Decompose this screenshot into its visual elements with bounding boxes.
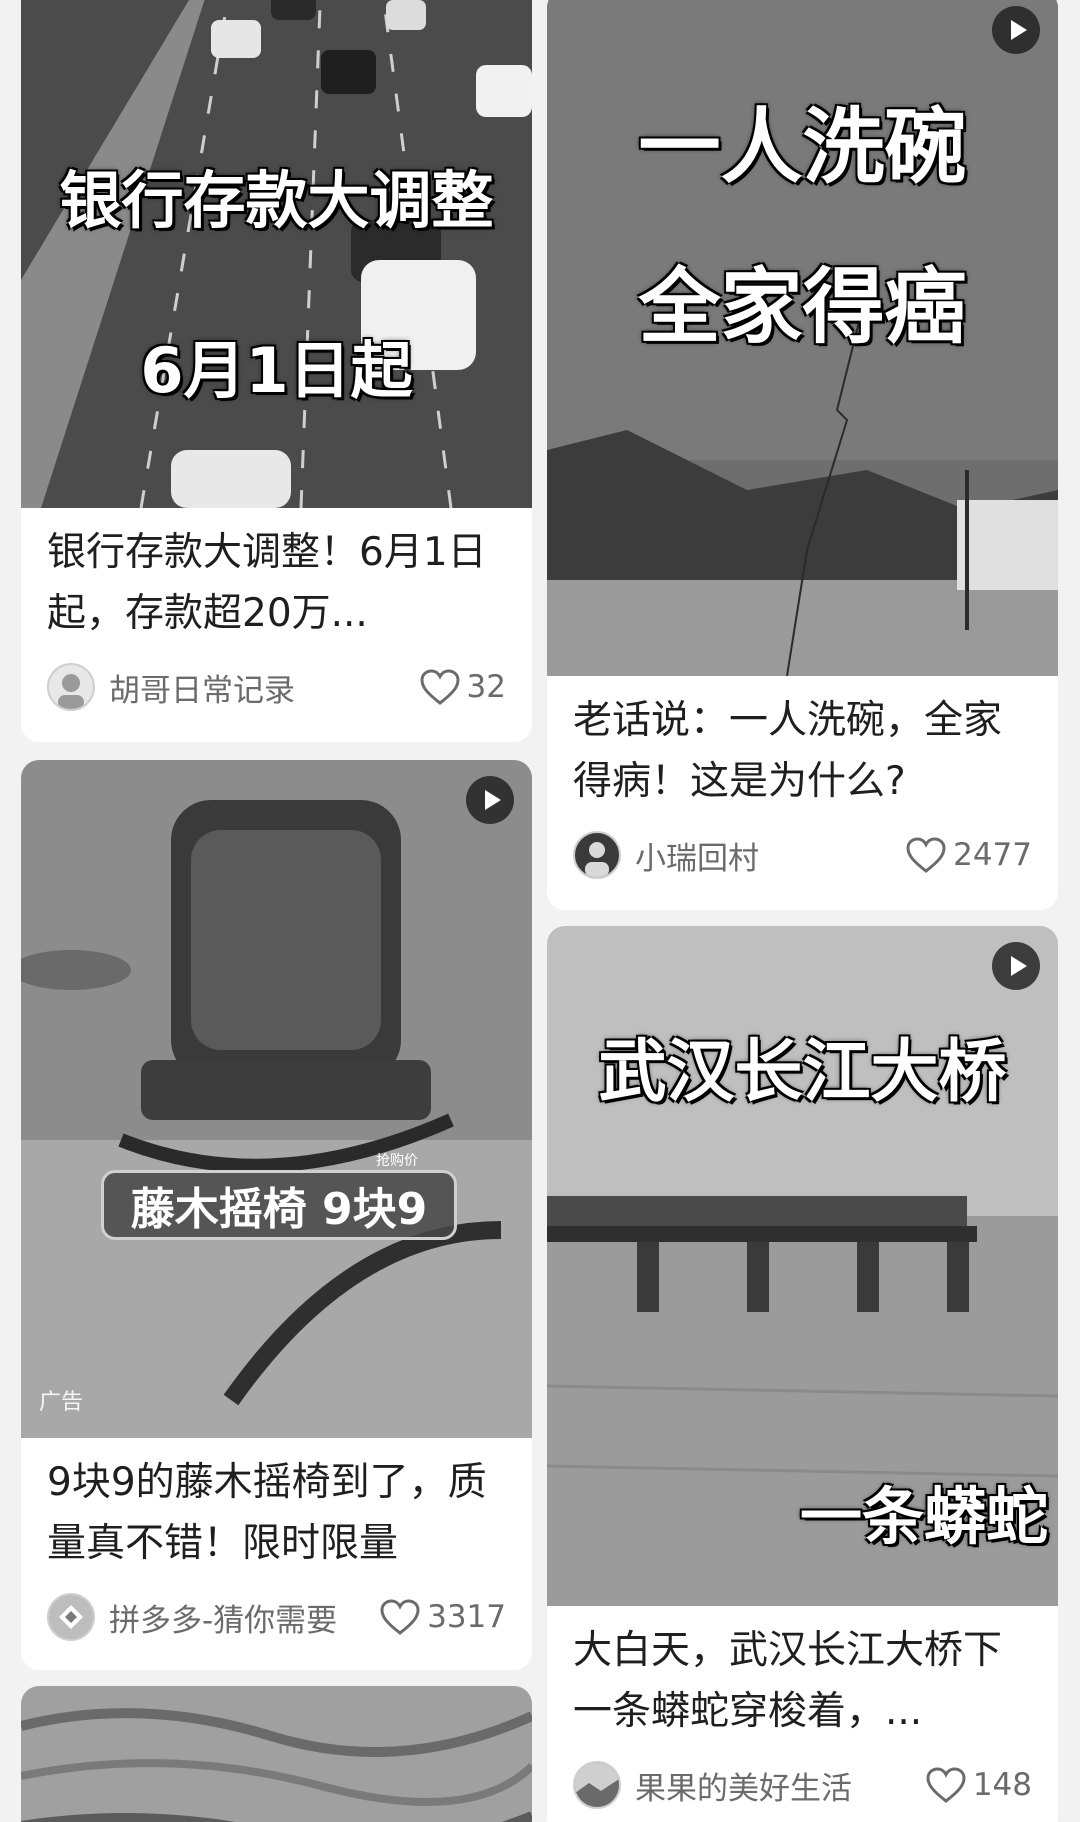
card-meta: 胡哥日常记录 32 (21, 644, 532, 730)
price-badge: 藤木摇椅 9块9 (101, 1170, 457, 1240)
ad-label: 广告 (39, 1390, 84, 1415)
feed-grid: 银行存款大调整 6月1日起 银行存款大调整！6月1日起，存款超20万... 胡哥… (0, 0, 1080, 1822)
road-image (21, 0, 532, 508)
like-button[interactable]: 2477 (905, 836, 1032, 874)
avatar-logo-icon (59, 1605, 83, 1629)
avatar-landscape-icon (575, 1763, 619, 1807)
play-icon[interactable] (466, 776, 514, 824)
card-meta: 拼多多-猜你需要 3317 (21, 1574, 532, 1660)
play-icon[interactable] (992, 6, 1040, 54)
card-title[interactable]: 大白天，武汉长江大桥下一条蟒蛇穿梭着，... (547, 1606, 1058, 1742)
like-button[interactable]: 32 (419, 668, 506, 706)
feed-card-wuhan-bridge[interactable]: 武汉长江大桥 一条蟒蛇 大白天，武汉长江大桥下一条蟒蛇穿梭着，... 果果的美好… (547, 926, 1058, 1822)
heart-icon (420, 669, 460, 705)
price-hint: 抢购价 (376, 1153, 418, 1169)
author-name[interactable]: 拼多多-猜你需要 (109, 1595, 379, 1640)
like-count: 148 (972, 1767, 1032, 1803)
like-count: 32 (466, 669, 506, 705)
overlay-headline: 一人洗碗 (638, 100, 967, 195)
feed-card-dishwashing[interactable]: 一人洗碗 全家得癌 老话说：一人洗碗，全家得病！这是为什么? 小瑞回村 2477 (547, 0, 1058, 910)
like-button[interactable]: 3317 (379, 1598, 506, 1636)
like-count: 2477 (953, 837, 1032, 873)
thumbnail-road[interactable]: 银行存款大调整 6月1日起 (21, 0, 532, 508)
overlay-headline: 武汉长江大桥 (598, 1033, 1007, 1112)
like-button[interactable]: 148 (925, 1766, 1032, 1804)
partial-image (21, 1686, 532, 1822)
play-icon[interactable] (992, 942, 1040, 990)
avatar[interactable] (47, 1593, 95, 1641)
heart-icon (926, 1767, 966, 1803)
thumbnail-bridge[interactable]: 武汉长江大桥 一条蟒蛇 (547, 926, 1058, 1606)
avatar[interactable] (47, 663, 95, 711)
thumbnail-chair[interactable]: 藤木摇椅 9块9 抢购价 广告 (21, 760, 532, 1438)
overlay-subline: 全家得癌 (638, 260, 967, 355)
card-title[interactable]: 老话说：一人洗碗，全家得病！这是为什么? (547, 676, 1058, 812)
card-title[interactable]: 9块9的藤木摇椅到了，质量真不错！限时限量 (21, 1438, 532, 1574)
avatar[interactable] (573, 1761, 621, 1809)
overlay-headline: 银行存款大调整 (59, 164, 494, 237)
like-count: 3317 (427, 1599, 506, 1635)
overlay-subline: 一条蟒蛇 (799, 1480, 1048, 1553)
heart-icon (380, 1599, 420, 1635)
avatar[interactable] (573, 831, 621, 879)
card-title[interactable]: 银行存款大调整！6月1日起，存款超20万... (21, 508, 532, 644)
author-name[interactable]: 小瑞回村 (635, 833, 905, 878)
chair-image (21, 760, 532, 1438)
author-name[interactable]: 胡哥日常记录 (109, 665, 419, 710)
feed-card-bank[interactable]: 银行存款大调整 6月1日起 银行存款大调整！6月1日起，存款超20万... 胡哥… (21, 0, 532, 742)
avatar-face-icon (58, 674, 84, 709)
thumbnail-village[interactable]: 一人洗碗 全家得癌 (547, 0, 1058, 676)
thumbnail-partial[interactable] (21, 1686, 532, 1822)
card-meta: 小瑞回村 2477 (547, 812, 1058, 898)
feed-card-partial[interactable] (21, 1686, 532, 1822)
avatar-person-icon (585, 842, 609, 877)
overlay-date: 6月1日起 (140, 334, 413, 407)
feed-card-rocking-chair-ad[interactable]: 藤木摇椅 9块9 抢购价 广告 9块9的藤木摇椅到了，质量真不错！限时限量 拼多… (21, 760, 532, 1670)
heart-icon (906, 837, 946, 873)
card-meta: 果果的美好生活 148 (547, 1742, 1058, 1822)
author-name[interactable]: 果果的美好生活 (635, 1763, 925, 1808)
